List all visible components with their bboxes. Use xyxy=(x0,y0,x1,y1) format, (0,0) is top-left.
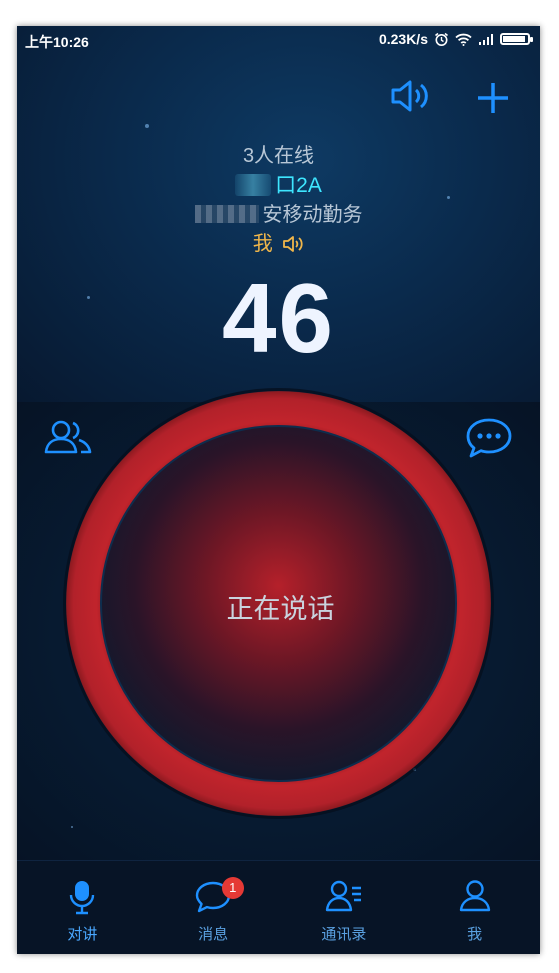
battery-icon xyxy=(500,33,533,45)
nav-label: 消息 xyxy=(198,926,229,943)
redacted-text xyxy=(235,174,272,196)
redacted-text xyxy=(194,205,259,223)
group-icon xyxy=(44,420,92,454)
chat-button[interactable] xyxy=(463,416,515,460)
nav-item-me[interactable]: 我 xyxy=(409,861,540,954)
current-speaker-name: 我 xyxy=(252,233,273,255)
wifi-icon xyxy=(455,33,472,46)
person-icon xyxy=(459,880,490,912)
status-bar: 上午10:26 0.23K/s xyxy=(17,26,540,54)
organization-name: 安移动勤务 xyxy=(262,204,363,226)
chat-bubble-icon xyxy=(466,418,512,458)
add-button[interactable] xyxy=(473,78,513,118)
status-time: 上午10:26 xyxy=(25,34,89,50)
nav-label: 通讯录 xyxy=(321,926,367,943)
bottom-navigation: 对讲 1 消息 通讯录 我 xyxy=(17,860,540,954)
talk-countdown: 46 xyxy=(221,263,335,373)
nav-label: 对讲 xyxy=(67,926,98,943)
organization-row: 安移动勤务 xyxy=(17,198,540,227)
microphone-icon xyxy=(70,881,95,915)
unread-badge: 1 xyxy=(221,877,244,899)
background-star xyxy=(413,768,416,771)
battery-level xyxy=(503,36,525,42)
push-to-talk-button[interactable]: 正在说话 xyxy=(100,425,457,782)
online-count: 3人在线 xyxy=(242,145,315,167)
channel-name-row: 口2A xyxy=(17,169,540,199)
status-indicators: 0.23K/s xyxy=(378,31,533,47)
background-star xyxy=(71,826,73,828)
current-speaker-row: 我 xyxy=(17,227,540,256)
nav-item-intercom[interactable]: 对讲 xyxy=(17,861,148,954)
contacts-icon xyxy=(325,880,361,912)
plus-icon xyxy=(478,83,508,113)
speaker-icon xyxy=(391,80,428,112)
background-star xyxy=(145,124,149,128)
talk-status-label: 正在说话 xyxy=(226,594,335,624)
app-window: 上午10:26 0.23K/s 3人在线 口2A 安移动勤务 我 46 正在说话… xyxy=(17,26,540,954)
speaking-icon xyxy=(283,236,303,252)
nav-item-messages[interactable]: 1 消息 xyxy=(148,861,279,954)
speaker-button[interactable] xyxy=(389,78,431,114)
nav-item-contacts[interactable]: 通讯录 xyxy=(279,861,410,954)
members-button[interactable] xyxy=(43,418,97,458)
channel-name: 口2A xyxy=(275,174,322,197)
alarm-clock-icon xyxy=(435,32,448,46)
nav-label: 我 xyxy=(467,926,483,943)
signal-icon xyxy=(479,34,493,45)
network-speed: 0.23K/s xyxy=(378,31,428,47)
